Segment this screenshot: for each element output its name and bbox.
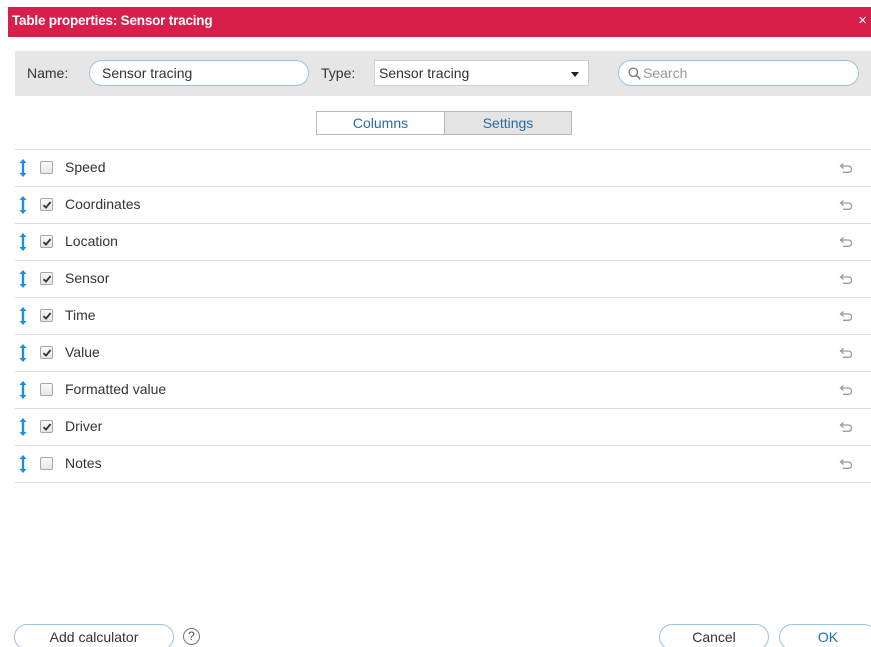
add-calculator-button[interactable]: Add calculator [14,624,174,647]
close-icon[interactable]: × [858,12,867,30]
drag-handle-icon[interactable] [19,307,27,328]
help-icon[interactable]: ? [183,628,200,645]
drag-handle-icon[interactable] [19,233,27,254]
column-label: Coordinates [65,196,141,212]
column-label: Value [65,344,100,360]
undo-icon[interactable] [839,272,853,288]
type-select[interactable]: Sensor tracing [374,60,589,86]
search-icon [628,67,641,80]
properties-toolbar: Name: Type: Sensor tracing [15,51,871,96]
type-label: Type: [321,65,356,81]
name-input[interactable] [89,60,309,86]
column-label: Driver [65,418,103,434]
column-row: Time [15,298,871,335]
column-row: Formatted value [15,372,871,409]
table-properties-dialog: Table properties: Sensor tracing × Name:… [0,0,871,647]
drag-handle-icon[interactable] [19,159,27,180]
column-checkbox[interactable] [40,457,53,470]
column-list: Speed Coordinates Location Sensor Time Value F… [15,149,871,483]
undo-icon[interactable] [839,346,853,362]
drag-handle-icon[interactable] [19,196,27,217]
dialog-title: Table properties: Sensor tracing [12,13,213,28]
column-row: Sensor [15,261,871,298]
cancel-button[interactable]: Cancel [659,624,769,647]
tab-columns[interactable]: Columns [316,111,444,135]
column-checkbox[interactable] [40,420,53,433]
undo-icon[interactable] [839,309,853,325]
search-input[interactable] [643,62,843,84]
dialog-titlebar: Table properties: Sensor tracing × [8,7,871,37]
column-checkbox[interactable] [40,161,53,174]
column-checkbox[interactable] [40,346,53,359]
column-row: Driver [15,409,871,446]
drag-handle-icon[interactable] [19,270,27,291]
column-row: Location [15,224,871,261]
column-checkbox[interactable] [40,235,53,248]
column-label: Location [65,233,118,249]
column-checkbox[interactable] [40,198,53,211]
column-checkbox[interactable] [40,383,53,396]
chevron-down-icon [571,72,579,77]
tab-bar: Columns Settings [316,111,572,135]
ok-button[interactable]: OK [779,624,871,647]
tab-settings[interactable]: Settings [444,111,572,135]
undo-icon[interactable] [839,198,853,214]
column-row: Speed [15,150,871,187]
column-row: Coordinates [15,187,871,224]
drag-handle-icon[interactable] [19,418,27,439]
column-checkbox[interactable] [40,272,53,285]
column-label: Notes [65,455,102,471]
type-select-value: Sensor tracing [379,65,470,81]
undo-icon[interactable] [839,420,853,436]
column-checkbox[interactable] [40,309,53,322]
drag-handle-icon[interactable] [19,344,27,365]
undo-icon[interactable] [839,161,853,177]
name-label: Name: [27,65,69,81]
column-label: Sensor [65,270,110,286]
search-box[interactable] [618,60,859,86]
undo-icon[interactable] [839,457,853,473]
column-row: Value [15,335,871,372]
undo-icon[interactable] [839,235,853,251]
undo-icon[interactable] [839,383,853,399]
drag-handle-icon[interactable] [19,455,27,476]
drag-handle-icon[interactable] [19,381,27,402]
column-label: Formatted value [65,381,167,397]
column-row: Notes [15,446,871,483]
column-label: Speed [65,159,106,175]
column-label: Time [65,307,96,323]
